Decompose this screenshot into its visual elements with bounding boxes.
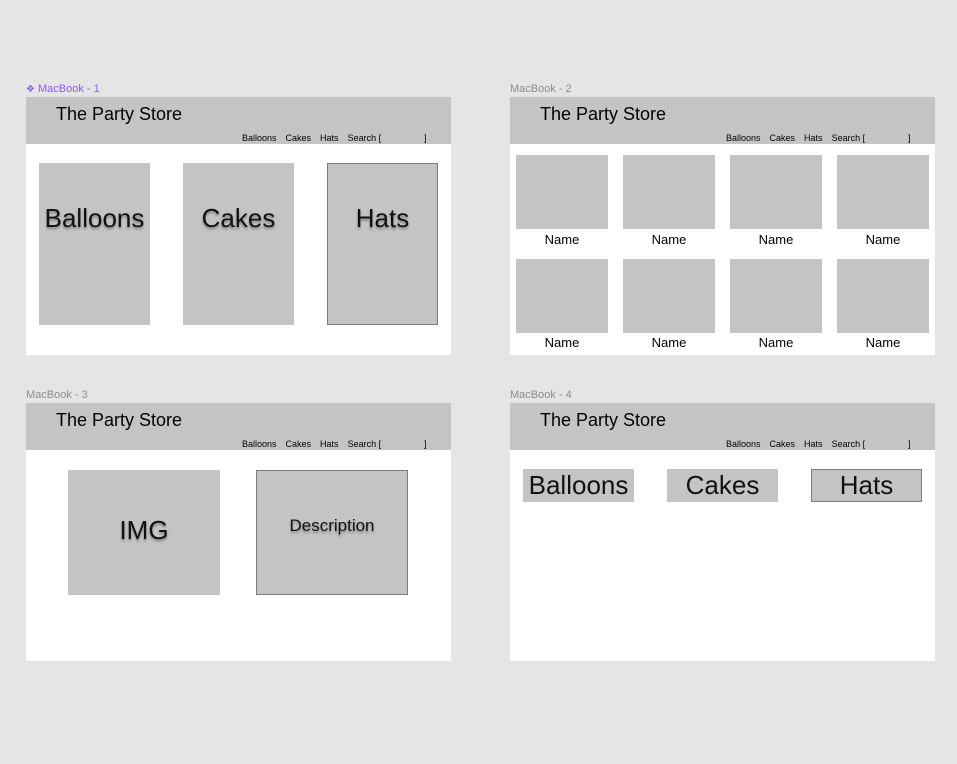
product-name[interactable]: Name	[730, 335, 822, 350]
product-image[interactable]	[730, 259, 822, 333]
nav-link-balloons[interactable]: Balloons	[726, 133, 761, 143]
product-name[interactable]: Name	[730, 232, 822, 247]
nav-link-hats[interactable]: Hats	[804, 133, 823, 143]
product-image[interactable]	[516, 155, 608, 229]
button-label: Hats	[839, 470, 894, 500]
product-name[interactable]: Name	[837, 232, 929, 247]
nav-bar: Balloons Cakes Hats Search []	[242, 439, 427, 450]
frame-macbook-2[interactable]: The Party Store Balloons Cakes Hats Search …	[510, 97, 935, 355]
site-header: The Party Store Balloons Cakes Hats Search …	[26, 403, 451, 450]
product-image-placeholder: IMG	[68, 470, 220, 595]
store-title[interactable]: The Party Store	[56, 104, 182, 125]
store-title[interactable]: The Party Store	[56, 410, 182, 431]
nav-link-hats[interactable]: Hats	[320, 439, 339, 449]
category-button-cakes[interactable]: Cakes	[667, 469, 778, 502]
nav-bar: Balloons Cakes Hats Search []	[242, 133, 427, 144]
site-header: The Party Store Balloons Cakes Hats Search …	[510, 403, 935, 450]
category-tile-cakes[interactable]: Cakes	[183, 163, 294, 325]
category-button-hats[interactable]: Hats	[811, 469, 922, 502]
tile-label: Hats	[355, 203, 410, 233]
frame-label-macbook-1[interactable]: ❖ MacBook - 1	[26, 82, 100, 97]
tile-label: Balloons	[44, 203, 145, 233]
component-icon: ❖	[26, 84, 35, 95]
product-image[interactable]	[623, 259, 715, 333]
nav-link-hats[interactable]: Hats	[804, 439, 823, 449]
product-name[interactable]: Name	[516, 335, 608, 350]
product-description: Description	[256, 470, 408, 595]
nav-link-cakes[interactable]: Cakes	[770, 439, 796, 449]
category-tile-balloons[interactable]: Balloons	[39, 163, 150, 325]
frame-label-macbook-2[interactable]: MacBook - 2	[510, 82, 572, 96]
search-field[interactable]: Search []	[832, 133, 911, 143]
nav-link-balloons[interactable]: Balloons	[242, 439, 277, 449]
search-label: Search [	[347, 439, 382, 449]
category-tile-hats[interactable]: Hats	[327, 163, 438, 325]
description-label: Description	[289, 516, 375, 535]
product-image[interactable]	[730, 155, 822, 229]
product-image[interactable]	[516, 259, 608, 333]
product-name[interactable]: Name	[623, 335, 715, 350]
nav-link-balloons[interactable]: Balloons	[726, 439, 761, 449]
nav-link-cakes[interactable]: Cakes	[770, 133, 796, 143]
search-field[interactable]: Search []	[832, 439, 911, 449]
product-image[interactable]	[623, 155, 715, 229]
search-field[interactable]: Search []	[348, 133, 427, 143]
search-label: Search [	[347, 133, 382, 143]
nav-bar: Balloons Cakes Hats Search []	[726, 439, 911, 450]
site-header: The Party Store Balloons Cakes Hats Search …	[510, 97, 935, 144]
search-bracket-close: ]	[424, 133, 427, 143]
site-header: The Party Store Balloons Cakes Hats Search …	[26, 97, 451, 144]
frame-macbook-1[interactable]: The Party Store Balloons Cakes Hats Search …	[26, 97, 451, 355]
store-title[interactable]: The Party Store	[540, 410, 666, 431]
search-bracket-close: ]	[908, 133, 911, 143]
product-name[interactable]: Name	[516, 232, 608, 247]
nav-link-cakes[interactable]: Cakes	[286, 439, 312, 449]
search-label: Search [	[831, 133, 866, 143]
search-field[interactable]: Search []	[348, 439, 427, 449]
product-name[interactable]: Name	[623, 232, 715, 247]
button-label: Cakes	[685, 470, 760, 500]
frame-label-macbook-4[interactable]: MacBook - 4	[510, 388, 572, 402]
image-placeholder-label: IMG	[119, 515, 169, 545]
product-image[interactable]	[837, 259, 929, 333]
tile-label: Cakes	[201, 203, 276, 233]
nav-link-balloons[interactable]: Balloons	[242, 133, 277, 143]
nav-link-cakes[interactable]: Cakes	[286, 133, 312, 143]
frame-macbook-3[interactable]: The Party Store Balloons Cakes Hats Search …	[26, 403, 451, 661]
category-button-balloons[interactable]: Balloons	[523, 469, 634, 502]
search-label: Search [	[831, 439, 866, 449]
search-bracket-close: ]	[908, 439, 911, 449]
nav-bar: Balloons Cakes Hats Search []	[726, 133, 911, 144]
button-label: Balloons	[528, 470, 629, 500]
frame-label-macbook-3[interactable]: MacBook - 3	[26, 388, 88, 402]
product-image[interactable]	[837, 155, 929, 229]
store-title[interactable]: The Party Store	[540, 104, 666, 125]
frame-label-text: MacBook - 1	[37, 83, 100, 95]
product-name[interactable]: Name	[837, 335, 929, 350]
frame-macbook-4[interactable]: The Party Store Balloons Cakes Hats Search …	[510, 403, 935, 661]
search-bracket-close: ]	[424, 439, 427, 449]
nav-link-hats[interactable]: Hats	[320, 133, 339, 143]
